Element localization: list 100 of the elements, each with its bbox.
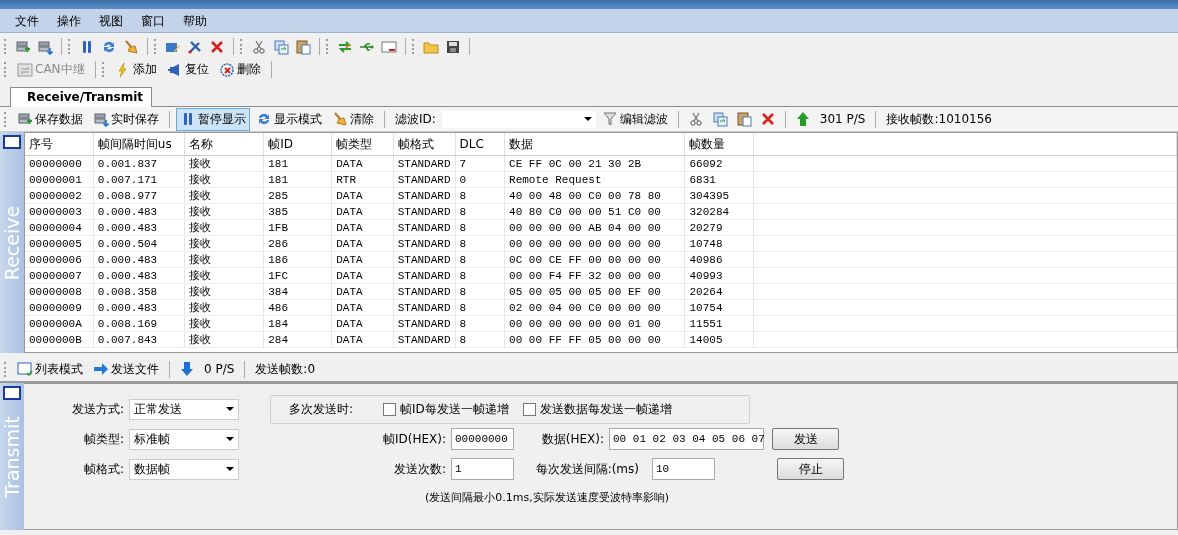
- checkbox[interactable]: [383, 402, 397, 416]
- table-cell: DATA: [331, 331, 394, 348]
- toolbar-button[interactable]: 编辑滤波: [597, 107, 672, 131]
- menu-item[interactable]: 窗口: [132, 11, 174, 30]
- menu-item[interactable]: 视图: [90, 11, 132, 30]
- save-icon[interactable]: [445, 38, 461, 55]
- checkbox-label[interactable]: 帧ID每发送一帧递增: [400, 400, 509, 418]
- table-cell: 02 00 04 00 C0 00 00 00: [504, 299, 685, 316]
- toolbar-button[interactable]: 复位: [162, 58, 213, 81]
- column-header[interactable]: 帧格式: [393, 133, 456, 156]
- table-cell: 接收: [184, 187, 264, 204]
- table-cell: 8: [455, 251, 505, 268]
- table-cell: DATA: [331, 283, 394, 300]
- toolbar-button[interactable]: 暂停显示: [176, 107, 250, 131]
- panel-toggle-icon[interactable]: [3, 135, 21, 149]
- table-cell: 0.000.504: [93, 235, 185, 252]
- table-cell: 接收: [184, 251, 264, 268]
- table-cell: 10748: [685, 235, 754, 252]
- copy-icon[interactable]: [273, 38, 289, 55]
- table-cell: Remote Request: [504, 171, 685, 188]
- column-header[interactable]: DLC: [455, 133, 505, 156]
- table-cell: 00 00 F4 FF 32 00 00 00: [504, 267, 685, 284]
- database-add-icon: [17, 111, 33, 127]
- table-cell: 00000005: [25, 235, 94, 252]
- menu-item[interactable]: 操作: [48, 11, 90, 30]
- toolbar-button[interactable]: 删除: [214, 58, 265, 81]
- table-cell: STANDARD: [393, 251, 456, 268]
- button[interactable]: 停止: [777, 458, 844, 480]
- toolbar-button[interactable]: 实时保存: [89, 107, 163, 131]
- table-cell: 181: [263, 171, 332, 188]
- column-header[interactable]: 帧类型: [331, 133, 394, 156]
- status-text: 接收帧数:1010156: [885, 110, 993, 128]
- database-add-icon[interactable]: [15, 38, 31, 55]
- scissors-icon[interactable]: [251, 38, 267, 55]
- table-cell: 接收: [184, 219, 264, 236]
- dropdown[interactable]: 数据帧: [129, 458, 239, 480]
- toolbar-button[interactable]: 显示模式: [252, 107, 326, 131]
- table-cell: 00000003: [25, 203, 94, 220]
- toolbar-button[interactable]: 添加: [110, 58, 161, 81]
- input-field[interactable]: 10: [652, 458, 715, 480]
- table-cell: 66092: [685, 155, 754, 172]
- toolbar-button[interactable]: 清除: [328, 107, 378, 131]
- paste-icon[interactable]: [735, 111, 752, 127]
- column-header[interactable]: 数据: [504, 133, 685, 156]
- status-text: 0 P/S: [203, 362, 236, 376]
- window-icon[interactable]: [381, 38, 397, 55]
- list-icon: [17, 361, 33, 377]
- down-arrow-icon[interactable]: [179, 361, 195, 377]
- checkbox[interactable]: [522, 402, 536, 416]
- toolbar-button[interactable]: 发送文件: [89, 357, 163, 381]
- dropdown[interactable]: 正常发送: [129, 398, 239, 420]
- table-cell: 0000000A: [25, 315, 94, 332]
- input-field[interactable]: 00000000: [451, 428, 514, 450]
- table-cell: 0C 00 CE FF 00 00 00 00: [504, 251, 685, 268]
- input-field[interactable]: 00 01 02 03 04 05 06 07: [609, 428, 764, 450]
- column-header[interactable]: 帧ID: [263, 133, 332, 156]
- table-cell: 0: [455, 171, 505, 188]
- table-cell: 0.007.171: [93, 171, 185, 188]
- delete-icon[interactable]: [759, 111, 776, 127]
- swap-arrows-icon[interactable]: [337, 38, 353, 55]
- status-text: 301 P/S: [818, 112, 867, 126]
- column-header[interactable]: 序号: [25, 133, 94, 156]
- table-cell: DATA: [331, 155, 394, 172]
- database-download-icon[interactable]: [37, 38, 53, 55]
- scissors-icon[interactable]: [687, 111, 704, 127]
- copy-icon[interactable]: [711, 111, 728, 127]
- paste-icon[interactable]: [295, 38, 311, 55]
- toolbar-button[interactable]: 列表模式: [13, 357, 87, 381]
- checkbox-label[interactable]: 发送数据每发送一帧递增: [539, 400, 672, 418]
- dropdown[interactable]: 标准帧: [129, 428, 239, 450]
- table-cell: 05 00 05 00 05 00 EF 00: [504, 283, 685, 300]
- delete-icon[interactable]: [209, 38, 225, 55]
- table-cell: CE FF 0C 00 21 30 2B: [504, 155, 685, 172]
- table-cell: 20279: [685, 219, 754, 236]
- column-header[interactable]: 帧间隔时间us: [93, 133, 185, 156]
- tab[interactable]: Receive/Transmit: [10, 87, 152, 107]
- panel-toggle-icon[interactable]: [3, 386, 21, 400]
- table-cell: 00 00 00 00 AB 04 00 00: [504, 219, 685, 236]
- column-header[interactable]: 帧数量: [685, 133, 754, 156]
- tools-icon[interactable]: [187, 38, 203, 55]
- table-cell: 00 00 FF FF 05 00 00 00: [504, 331, 685, 348]
- table-cell: 0000000B: [25, 331, 94, 348]
- database-download-icon: [93, 111, 109, 127]
- table-cell: 8: [455, 283, 505, 300]
- column-header[interactable]: 名称: [184, 133, 264, 156]
- refresh-icon: [256, 111, 272, 127]
- input-field[interactable]: 1: [451, 458, 514, 480]
- table-cell: 7: [455, 155, 505, 172]
- toolbar-button[interactable]: 保存数据: [13, 107, 87, 131]
- broom-icon[interactable]: [123, 38, 139, 55]
- side-label: Transmit: [1, 415, 23, 498]
- table-cell: 1FC: [263, 267, 332, 284]
- up-arrow-icon[interactable]: [794, 111, 811, 127]
- field-label: 发送次数:: [392, 460, 447, 478]
- menu-item[interactable]: 帮助: [174, 11, 216, 30]
- table-cell: 40993: [685, 267, 754, 284]
- table-cell: DATA: [331, 187, 394, 204]
- button[interactable]: 发送: [772, 428, 839, 450]
- menu-item[interactable]: 文件: [6, 11, 48, 30]
- table-cell: 8: [455, 219, 505, 236]
